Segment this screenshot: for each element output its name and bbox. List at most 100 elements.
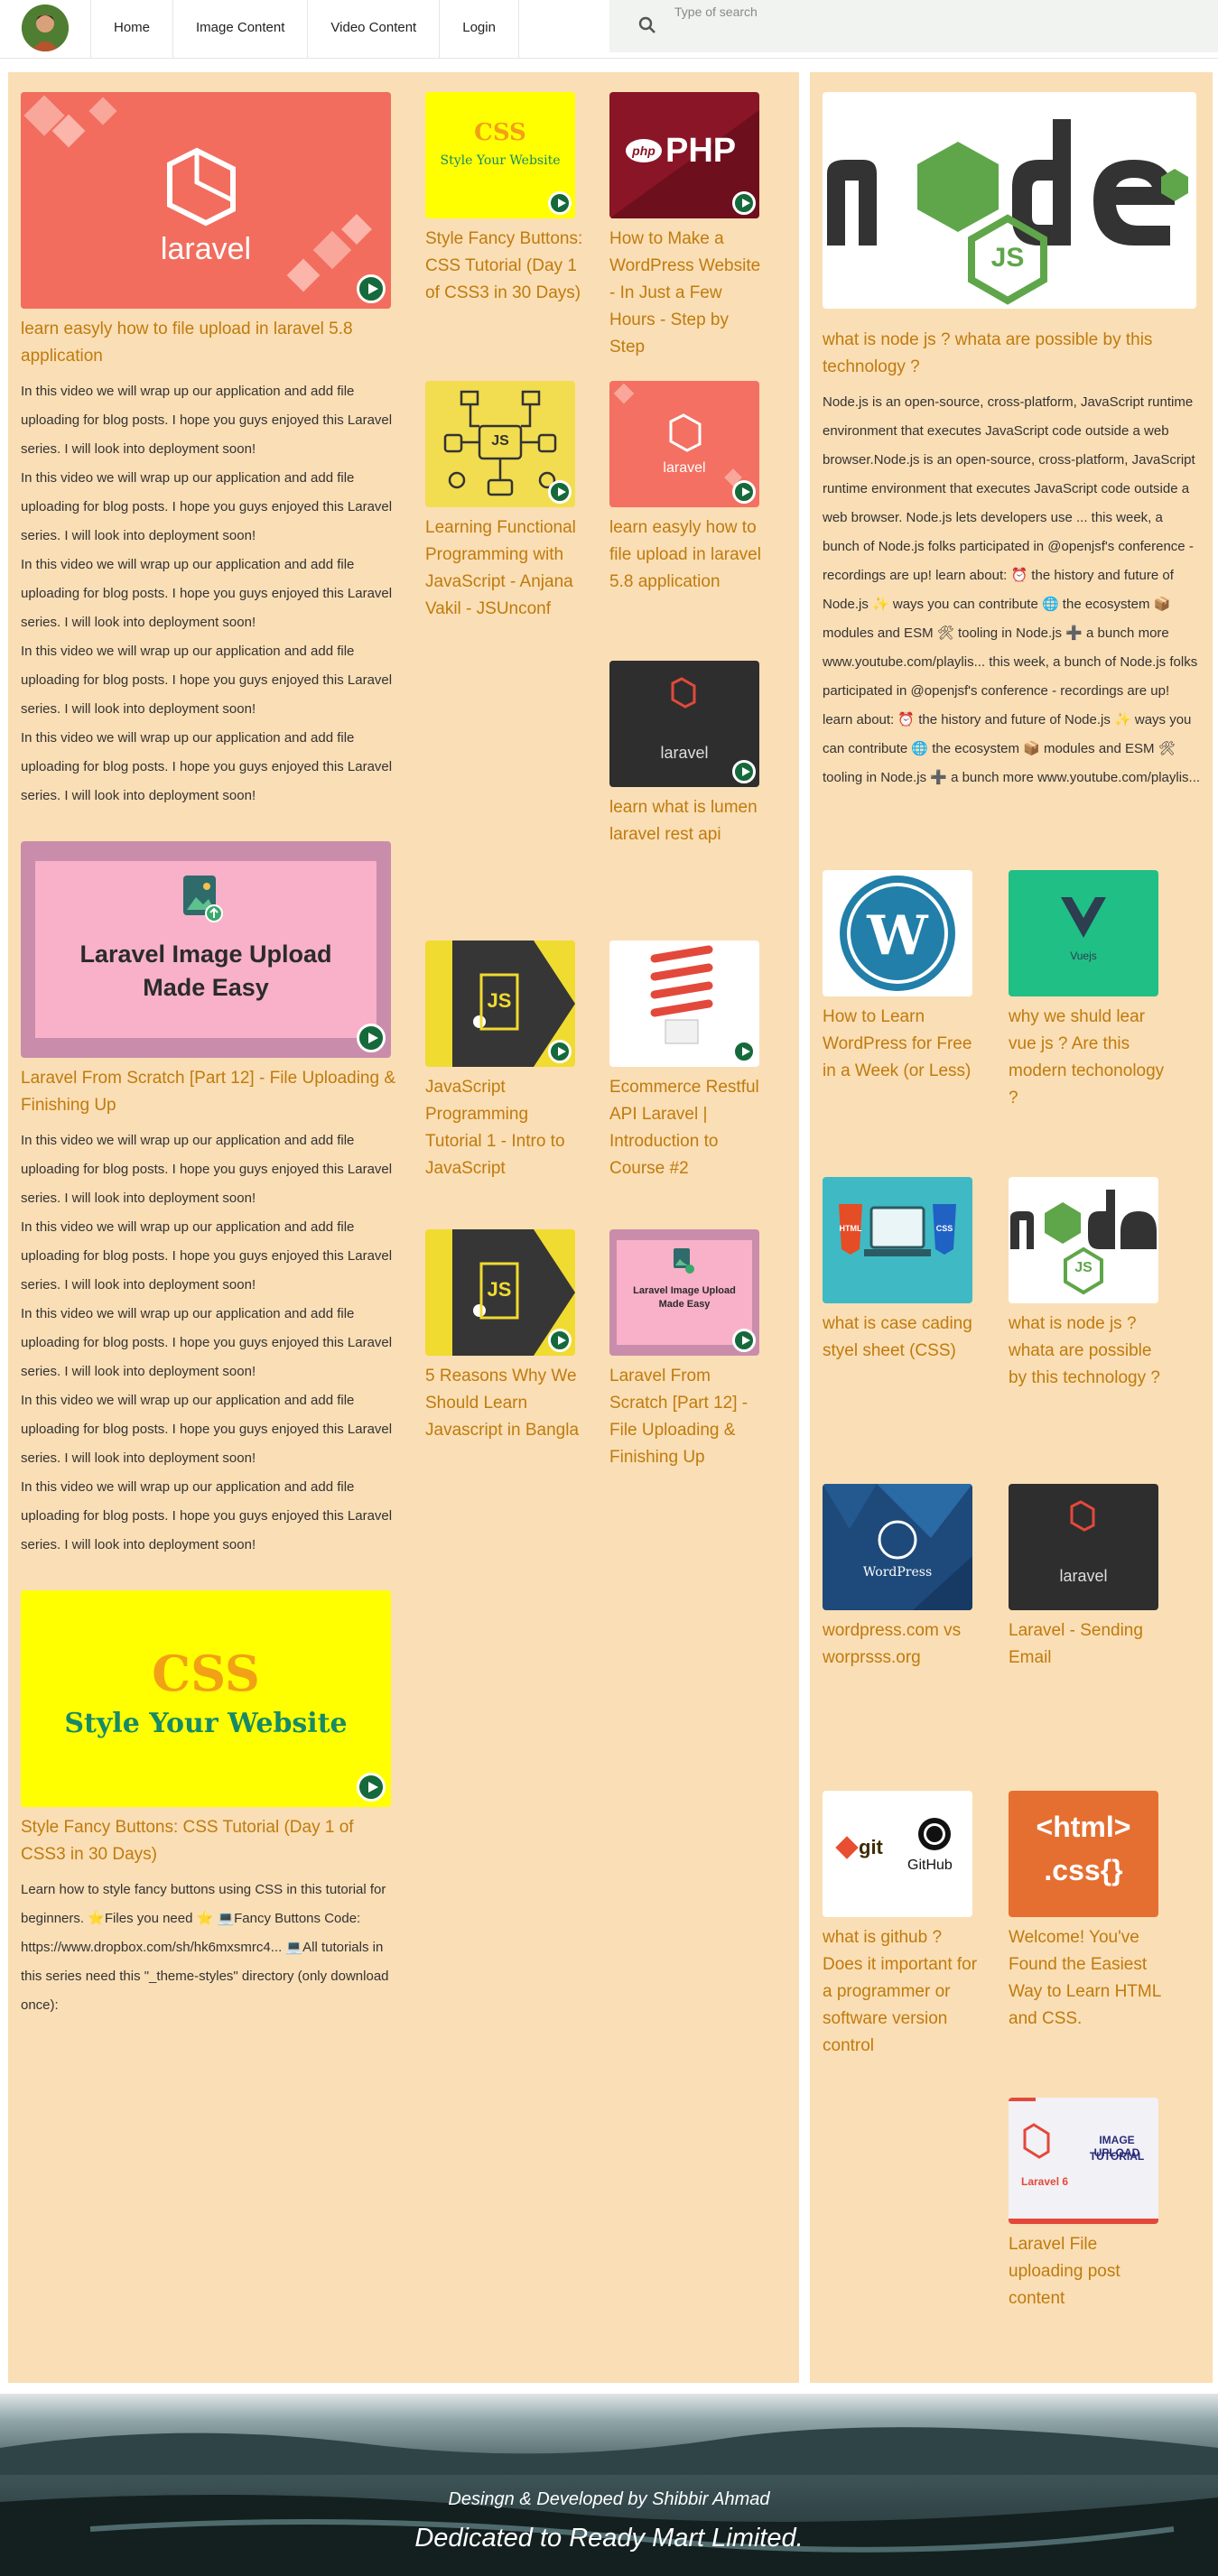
play-icon[interactable] (732, 191, 756, 215)
thumb-text: CSS (935, 1224, 953, 1233)
side-item-thumbnail[interactable]: laravel (1009, 1484, 1158, 1610)
small-post-title[interactable]: Laravel From Scratch [Part 12] - File Up… (609, 1363, 767, 1471)
nodejs-logo-icon (1010, 1190, 1157, 1295)
feature-title[interactable]: what is node js ? whata are possible by … (823, 327, 1202, 381)
thumb-text: laravel (160, 232, 252, 266)
description-paragraph: In this video we will wrap up our applic… (21, 557, 393, 630)
thumb-text: Laravel Image Upload (79, 941, 332, 968)
side-item-title[interactable]: what is github ? Does it important for a… (823, 1924, 981, 2060)
small-post-title[interactable]: Learning Functional Programming with Jav… (425, 514, 583, 623)
play-icon[interactable] (357, 1773, 386, 1802)
side-item-title[interactable]: what is case cading styel sheet (CSS) (823, 1311, 981, 1365)
side-item-title[interactable]: Welcome! You've Found the Easiest Way to… (1009, 1924, 1167, 2033)
small-post-thumbnail[interactable]: laravel (609, 661, 759, 787)
side-item-title[interactable]: Laravel - Sending Email (1009, 1617, 1167, 1672)
description-paragraph: In this video we will wrap up our applic… (21, 1306, 393, 1379)
big-post-2-thumbnail[interactable]: Laravel Image Upload Made Easy (21, 841, 391, 1058)
play-icon[interactable] (732, 1329, 756, 1352)
small-post-title[interactable]: learn easyly how to file upload in larav… (609, 514, 767, 596)
thumb-text: JS (990, 243, 1025, 273)
big-post-1-thumbnail[interactable]: laravel (21, 92, 391, 309)
thumb-text: git (859, 1836, 883, 1858)
big-post-1-title[interactable]: learn easyly how to file upload in larav… (21, 316, 400, 370)
git-logo-icon (835, 1836, 859, 1859)
small-post-title[interactable]: JavaScript Programming Tutorial 1 - Intr… (425, 1074, 583, 1182)
side-item-thumbnail[interactable]: JS (1009, 1177, 1158, 1303)
play-icon[interactable] (732, 1040, 756, 1063)
small-post-thumbnail[interactable]: JS (425, 941, 575, 1067)
thumb-text: Style Your Website (64, 1708, 348, 1739)
avatar[interactable] (22, 5, 69, 51)
small-post-title[interactable]: learn what is lumen laravel rest api (609, 794, 767, 848)
play-icon[interactable] (357, 274, 386, 303)
main-content: laravel learn easyly how to file upload … (8, 72, 799, 2383)
side-item-title[interactable]: why we shuld lear vue js ? Are this mode… (1009, 1004, 1167, 1112)
side-item-thumbnail[interactable]: git GitHub (823, 1791, 972, 1917)
nav-image-content[interactable]: Image Content (172, 0, 307, 58)
side-item-title[interactable]: Laravel File uploading post content (1009, 2231, 1167, 2312)
play-icon[interactable] (732, 480, 756, 504)
side-item-thumbnail[interactable]: W (823, 870, 972, 996)
small-post-title[interactable]: How to Make a WordPress Website - In Jus… (609, 226, 767, 361)
description-paragraph: In this video we will wrap up our applic… (21, 1219, 393, 1293)
feature-description: Node.js is an open-source, cross-platfor… (823, 394, 1201, 785)
small-post-thumbnail[interactable]: CSS Style Your Website (425, 92, 575, 218)
image-upload-icon (674, 1248, 694, 1274)
small-post-thumbnail[interactable]: php PHP (609, 92, 759, 218)
thumb-text: CSS (474, 119, 526, 146)
feature-thumbnail[interactable]: JS (823, 92, 1196, 309)
side-item-title[interactable]: wordpress.com vs worprsss.org (823, 1617, 981, 1672)
thumb-text: laravel (1059, 1567, 1108, 1585)
nav-video-content[interactable]: Video Content (307, 0, 439, 58)
play-icon[interactable] (732, 760, 756, 783)
side-item-thumbnail[interactable]: <html> .css{} (1009, 1791, 1158, 1917)
side-item-thumbnail[interactable]: Laravel 6 IMAGE UPLOAD TUTORIAL (1009, 2098, 1158, 2224)
side-item-thumbnail[interactable]: Vuejs (1009, 870, 1158, 996)
small-post-title[interactable]: Ecommerce Restful API Laravel | Introduc… (609, 1074, 767, 1182)
big-post-3-thumbnail[interactable]: CSS Style Your Website (21, 1590, 391, 1807)
nodejs-logo-icon (827, 119, 1188, 305)
big-post-3-description: Learn how to style fancy buttons using C… (21, 1876, 400, 2020)
play-icon[interactable] (548, 191, 572, 215)
side-item-thumbnail[interactable]: WordPress (823, 1484, 972, 1610)
side-item-title[interactable]: what is node js ? whata are possible by … (1009, 1311, 1167, 1392)
side-item-title[interactable]: How to Learn WordPress for Free in a Wee… (823, 1004, 981, 1085)
thumb-text: JS (491, 433, 509, 449)
footer: Desingn & Developed by Shibbir Ahmad Ded… (0, 2394, 1218, 2576)
thumb-text: JS (1074, 1260, 1092, 1275)
nav-login[interactable]: Login (439, 0, 519, 58)
small-post-title[interactable]: 5 Reasons Why We Should Learn Javascript… (425, 1363, 583, 1444)
nav-home[interactable]: Home (90, 0, 172, 58)
small-post-thumbnail[interactable]: JS (425, 381, 575, 507)
small-post-thumbnail[interactable]: laravel (609, 381, 759, 507)
big-post-2-title[interactable]: Laravel From Scratch [Part 12] - File Up… (21, 1065, 400, 1119)
thumb-text: Vuejs (1070, 950, 1097, 962)
search-icon[interactable] (638, 16, 656, 34)
thumb-text: <html> (1036, 1811, 1131, 1843)
small-post-thumbnail[interactable]: Laravel Image Upload Made Easy (609, 1229, 759, 1356)
play-icon[interactable] (548, 480, 572, 504)
big-post-2-description: In this video we will wrap up our applic… (21, 1126, 400, 1560)
thumb-text: JS (487, 1278, 512, 1301)
thumb-text: CSS (152, 1645, 260, 1702)
thumb-text: JS (487, 989, 512, 1012)
search-input[interactable] (673, 0, 1128, 23)
thumb-text: laravel (663, 460, 706, 476)
small-post-title[interactable]: Style Fancy Buttons: CSS Tutorial (Day 1… (425, 226, 583, 307)
play-icon[interactable] (548, 1040, 572, 1063)
description-paragraph: In this video we will wrap up our applic… (21, 470, 393, 543)
description-paragraph: In this video we will wrap up our applic… (21, 1133, 393, 1206)
small-post-thumbnail[interactable] (609, 941, 759, 1067)
play-icon[interactable] (548, 1329, 572, 1352)
sidebar: JS what is node js ? whata are possible … (810, 72, 1213, 2383)
search-bar (609, 0, 1218, 52)
small-post-thumbnail[interactable]: JS (425, 1229, 575, 1356)
side-item-thumbnail[interactable]: HTML CSS (823, 1177, 972, 1303)
big-post-3-title[interactable]: Style Fancy Buttons: CSS Tutorial (Day 1… (21, 1814, 400, 1868)
laravel-logo-icon (1023, 2123, 1050, 2159)
play-icon[interactable] (357, 1024, 386, 1052)
thumb-text: Laravel 6 (1021, 2175, 1069, 2188)
thumb-text: Style Your Website (440, 153, 561, 168)
top-navbar: Home Image Content Video Content Login (0, 0, 1218, 59)
description-paragraph: In this video we will wrap up our applic… (21, 730, 393, 803)
